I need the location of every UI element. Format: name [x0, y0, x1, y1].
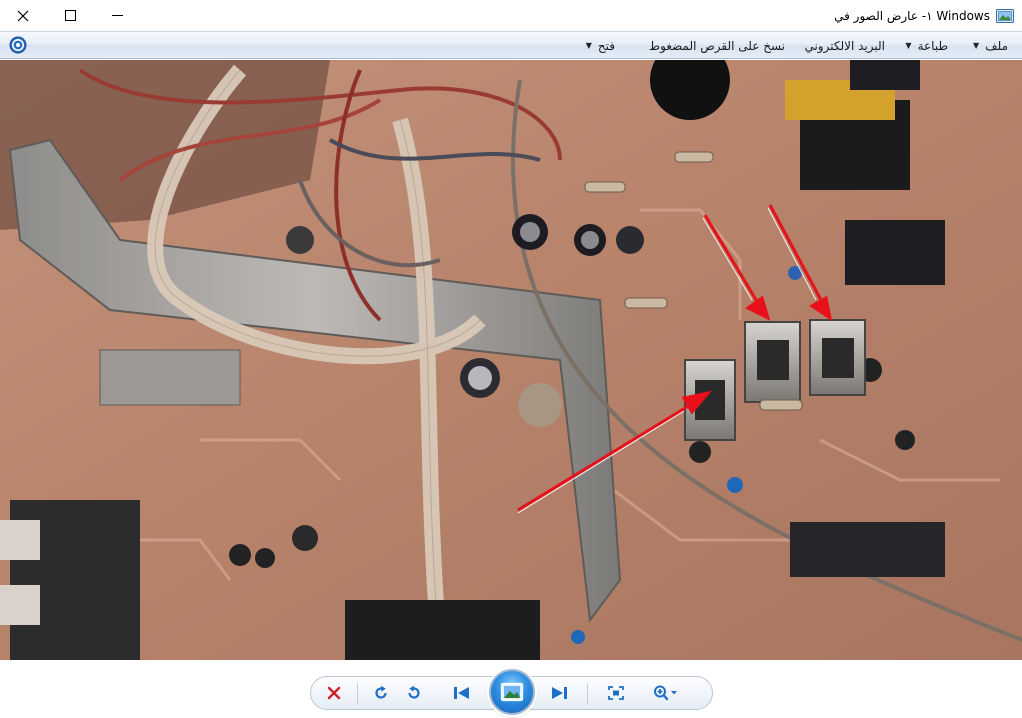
minimize-icon [111, 15, 123, 16]
rotate-cw-icon [375, 685, 387, 699]
photo-viewer-app-icon [996, 8, 1014, 23]
rotate-clockwise-button[interactable] [364, 677, 398, 709]
chevron-down-icon: ▼ [973, 41, 980, 50]
next-button[interactable] [542, 677, 576, 709]
chevron-down-icon: ▼ [585, 41, 592, 50]
menu-print-label: طباعة [917, 38, 948, 53]
rotate-counterclockwise-button[interactable] [397, 677, 431, 709]
help-button[interactable] [9, 36, 27, 54]
menu-burn-label: نسخ على القرص المضغوط [649, 38, 785, 53]
menu-open-label: فتح [597, 38, 615, 53]
actual-size-icon [608, 686, 624, 700]
title-bar: ١- عارض الصور في Windows [0, 0, 1022, 31]
help-icon [9, 36, 27, 54]
previous-icon [454, 687, 469, 699]
zoom-button[interactable] [645, 677, 687, 709]
close-button[interactable] [0, 0, 46, 31]
circuit-board-image [0, 60, 1022, 660]
slideshow-button[interactable] [489, 669, 535, 715]
delete-x-icon [327, 686, 341, 700]
menu-burn[interactable]: نسخ على القرص المضغوط [649, 32, 785, 59]
next-icon [552, 687, 567, 699]
image-viewport[interactable] [0, 60, 1022, 660]
menu-file-label: ملف [985, 38, 1008, 53]
close-icon [17, 10, 29, 21]
previous-button[interactable] [445, 677, 479, 709]
slideshow-icon [500, 682, 524, 702]
menu-file[interactable]: ▼ ملف [973, 32, 1008, 59]
chevron-down-icon: ▼ [905, 41, 912, 50]
maximize-button[interactable] [47, 0, 93, 31]
bottom-toolbar [0, 660, 1022, 718]
zoom-icon [654, 685, 677, 701]
window-title: ١- عارض الصور في Windows [834, 8, 990, 23]
menu-email-label: البريد الالكتروني [804, 38, 885, 53]
menu-email[interactable]: البريد الالكتروني [804, 32, 885, 59]
menu-open[interactable]: ▼ فتح [586, 32, 615, 59]
rotate-ccw-icon [408, 685, 420, 699]
actual-size-button[interactable] [599, 677, 633, 709]
menu-bar: ▼ ملف ▼ طباعة البريد الالكتروني نسخ على … [0, 31, 1022, 59]
maximize-icon [64, 10, 76, 21]
minimize-button[interactable] [94, 0, 140, 31]
menu-print[interactable]: ▼ طباعة [905, 32, 948, 59]
delete-button[interactable] [317, 677, 351, 709]
